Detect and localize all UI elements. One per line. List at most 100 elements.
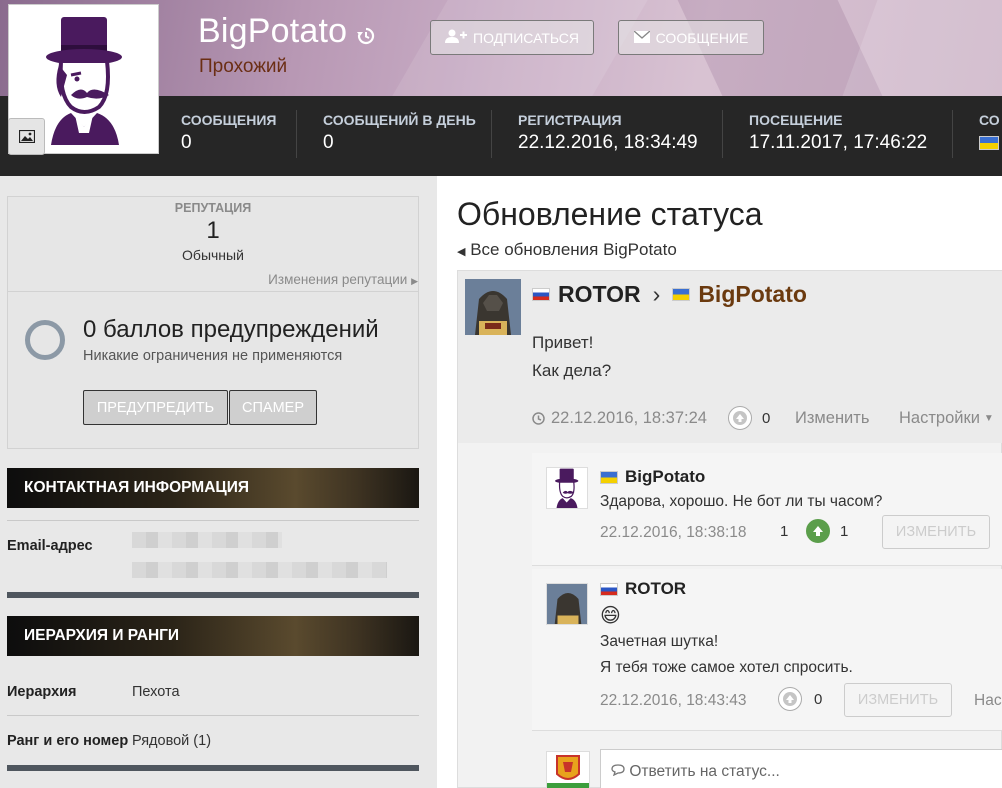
- profile-username: BigPotato: [198, 12, 348, 50]
- warnings-card: 0 баллов предупреждений Никакие ограниче…: [7, 292, 419, 449]
- stat-label: СООБЩЕНИЯ: [181, 112, 277, 128]
- chevron-right-icon: ›: [652, 281, 661, 307]
- change-cover-photo-button[interactable]: [8, 118, 45, 155]
- upvote-button[interactable]: [728, 406, 752, 430]
- reputation-label: РЕПУТАЦИЯ: [174, 201, 252, 215]
- status-settings-menu[interactable]: Настройки ▼: [899, 409, 994, 428]
- comment-author[interactable]: ROTOR: [625, 579, 686, 599]
- rank-value: Рядовой (1): [132, 733, 212, 749]
- reputation-changes-label: Изменения репутации: [268, 272, 408, 287]
- comment-author-line: BigPotato: [600, 467, 705, 487]
- caret-left-icon: ◀: [457, 246, 466, 258]
- comment-text: Здарова, хорошо. Не бот ли ты часом?: [600, 493, 883, 510]
- status-meta: 22.12.2016, 18:37:24: [532, 409, 707, 428]
- spammer-button[interactable]: СПАМЕР: [229, 390, 317, 425]
- comment-text-line: Зачетная шутка!: [600, 633, 719, 650]
- history-icon[interactable]: [356, 26, 376, 46]
- all-updates-link[interactable]: ◀ Все обновления BigPotato: [457, 240, 677, 260]
- rotor-avatar[interactable]: [465, 279, 521, 335]
- status-text-line: Как дела?: [532, 361, 612, 380]
- reputation-card: РЕПУТАЦИЯ 1 Обычный Изменения репутации …: [7, 196, 419, 292]
- comment-edit-button[interactable]: ИЗМЕНИТЬ: [882, 515, 990, 549]
- stat-posts-per-day: СООБЩЕНИЙ В ДЕНЬ 0: [323, 112, 476, 154]
- rank-key: Ранг и его номер: [7, 733, 129, 749]
- comment-votes: 1: [806, 519, 848, 543]
- status-settings-label: Настройки: [899, 409, 980, 427]
- comment-likes-left: 1: [780, 523, 789, 540]
- stat-value: 0: [323, 132, 334, 153]
- stat-label: ПОСЕЩЕНИЕ: [749, 112, 843, 128]
- status-recipient[interactable]: BigPotato: [698, 281, 807, 308]
- follow-label: ПОДПИСАТЬСЯ: [473, 29, 579, 46]
- comment-timestamp[interactable]: 22.12.2016, 18:38:18: [600, 524, 747, 542]
- stat-value: [979, 132, 1000, 154]
- email-label: Email-адрес: [7, 538, 93, 554]
- reputation-changes-link[interactable]: Изменения репутации ▶: [268, 272, 418, 287]
- russia-flag-icon: [600, 582, 618, 596]
- page-title: Обновление статуса: [457, 196, 763, 232]
- clock-icon: [532, 412, 545, 425]
- crest-avatar-icon: [547, 752, 589, 788]
- comment-settings-menu[interactable]: Нас: [974, 692, 1002, 710]
- upvote-button[interactable]: [778, 687, 802, 711]
- email-blurred: [132, 562, 387, 578]
- comment-author[interactable]: BigPotato: [625, 467, 705, 487]
- current-user-avatar: [546, 751, 590, 788]
- bigpotato-avatar[interactable]: [546, 467, 588, 509]
- stat-value: 0: [181, 132, 192, 153]
- message-label: СООБЩЕНИЕ: [655, 29, 749, 46]
- ukraine-flag-icon: [600, 470, 618, 484]
- reputation-rank: Обычный: [182, 247, 244, 263]
- gentleman-avatar-icon: [46, 17, 122, 145]
- upvote-button[interactable]: [806, 519, 830, 543]
- status-vote-count: 0: [762, 409, 771, 427]
- rotor-avatar[interactable]: [546, 583, 588, 625]
- follow-button[interactable]: ПОДПИСАТЬСЯ: [430, 20, 594, 55]
- stat-label: СООБЩЕНИЙ В ДЕНЬ: [323, 112, 476, 128]
- stat-label: РЕГИСТРАЦИЯ: [518, 112, 622, 128]
- ukraine-flag-icon: [672, 288, 691, 301]
- envelope-icon: [633, 29, 651, 46]
- status-votes: 0: [728, 406, 770, 430]
- hierarchy-value: Пехота: [132, 684, 180, 700]
- warn-button[interactable]: ПРЕДУПРЕДИТЬ: [83, 390, 228, 425]
- stat-country: СО: [979, 112, 1000, 154]
- email-blurred: [132, 532, 282, 548]
- status-author-line: ROTOR › BigPotato: [532, 281, 807, 308]
- profile-rank-title: Прохожий: [199, 56, 288, 77]
- profile-sidebar: РЕПУТАЦИЯ 1 Обычный Изменения репутации …: [0, 176, 437, 788]
- reputation-value: 1: [206, 217, 220, 244]
- hierarchy-key: Иерархия: [7, 684, 77, 700]
- status-author[interactable]: ROTOR: [558, 281, 641, 308]
- comment-bubble-icon: [611, 763, 629, 780]
- user-plus-icon: [445, 29, 468, 46]
- warning-points-title: 0 баллов предупреждений: [83, 316, 379, 343]
- stat-last-visit: ПОСЕЩЕНИЕ 17.11.2017, 17:46:22: [749, 112, 927, 154]
- comment-vote-count: 1: [840, 522, 849, 540]
- rotor-avatar-icon: [465, 279, 521, 335]
- message-button[interactable]: СООБЩЕНИЕ: [618, 20, 764, 55]
- comment-vote-count: 0: [814, 690, 823, 708]
- arrow-up-icon: [813, 526, 823, 536]
- contact-info-heading: КОНТАКТНАЯ ИНФОРМАЦИЯ: [7, 468, 419, 508]
- status-body: ROTOR › BigPotato Привет! Как дела? 22.1…: [458, 271, 1002, 443]
- reply-placeholder: Ответить на статус...: [629, 763, 780, 780]
- warning-points-ring-icon: [25, 320, 65, 360]
- comment-timestamp[interactable]: 22.12.2016, 18:43:43: [600, 692, 747, 710]
- stat-value: 17.11.2017, 17:46:22: [749, 132, 928, 153]
- stat-value: 22.12.2016, 18:34:49: [518, 132, 698, 153]
- status-text-line: Привет!: [532, 333, 594, 352]
- status-edit-link[interactable]: Изменить: [795, 409, 869, 428]
- comment-item: ROTOR 😄 Зачетная шутка! Я тебя тоже само…: [532, 569, 1002, 731]
- all-updates-label: Все обновления BigPotato: [470, 240, 677, 259]
- image-icon: [18, 130, 35, 143]
- stat-label: СО: [979, 112, 1000, 128]
- ukraine-flag-icon: [979, 135, 999, 150]
- reply-input[interactable]: Ответить на статус...: [600, 749, 1002, 788]
- arrow-up-icon: [783, 692, 797, 706]
- status-timestamp[interactable]: 22.12.2016, 18:37:24: [551, 409, 707, 428]
- warning-restrictions-text: Никакие ограничения не применяются: [83, 348, 343, 364]
- laughing-emoji-icon: 😄: [600, 605, 621, 627]
- comment-edit-button[interactable]: ИЗМЕНИТЬ: [844, 683, 952, 717]
- gentleman-avatar-icon: [555, 468, 579, 508]
